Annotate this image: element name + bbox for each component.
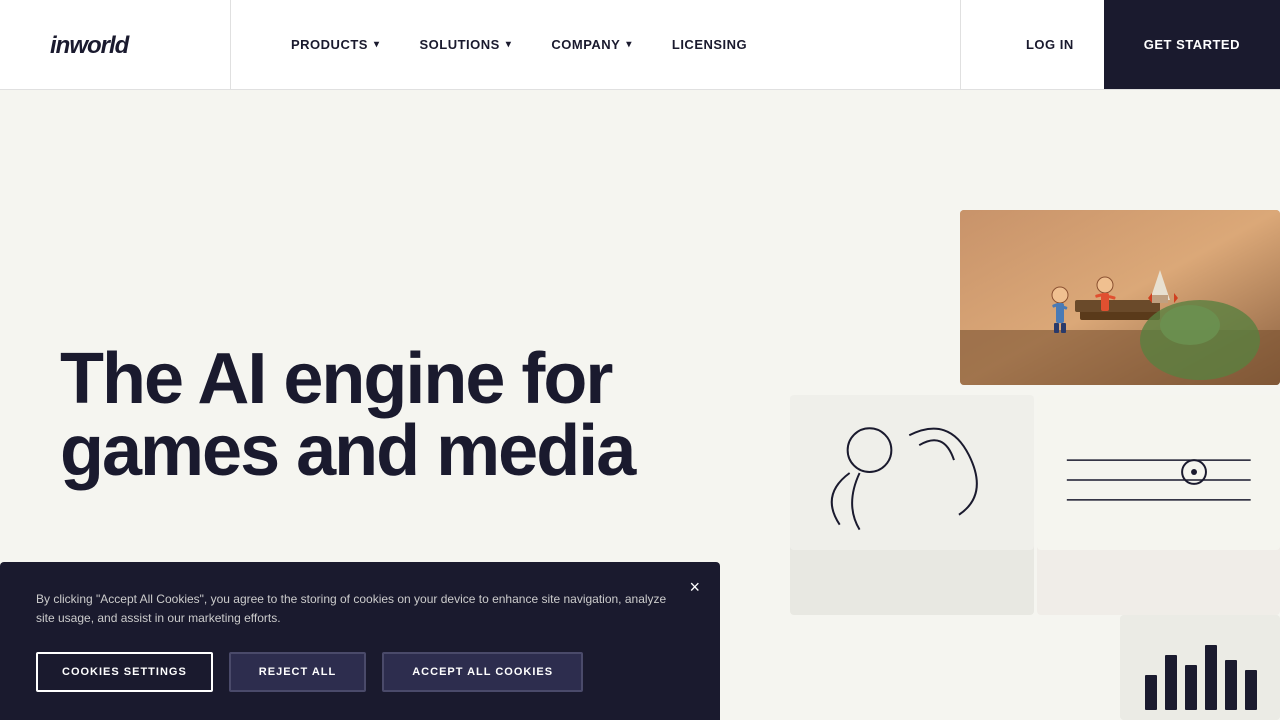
cookie-description: By clicking "Accept All Cookies", you ag… [36,590,676,628]
accept-all-cookies-button[interactable]: ACCEPT ALL COOKIES [382,652,583,692]
products-label: PRODUCTS [291,37,368,52]
logo-section: inworld [0,0,230,89]
company-chevron-icon: ▾ [626,39,632,50]
solutions-label: SOLUTIONS [419,37,499,52]
panels-right [790,180,1280,720]
hero-heading-line1: The AI engine for [60,339,611,419]
solutions-chevron-icon: ▾ [506,39,512,50]
get-started-button[interactable]: GET STARTED [1104,0,1280,89]
navbar-right: LOG IN GET STARTED [960,0,1280,89]
navbar: inworld PRODUCTS ▾ SOLUTIONS ▾ COMPANY ▾… [0,0,1280,90]
cookie-close-button[interactable]: × [689,578,700,596]
illus-panel-left [790,395,1034,550]
login-button[interactable]: LOG IN [996,27,1104,62]
bar-chart-panel [1120,615,1280,720]
nav-item-licensing[interactable]: LICENSING [672,37,747,52]
logo[interactable]: inworld [50,29,128,60]
cookie-buttons: COOKIES SETTINGS REJECT ALL ACCEPT ALL C… [36,652,684,692]
nav-item-products[interactable]: PRODUCTS ▾ [291,37,379,52]
licensing-label: LICENSING [672,37,747,52]
illustration-panels [790,395,1280,550]
cookies-settings-button[interactable]: COOKIES SETTINGS [36,652,213,692]
products-chevron-icon: ▾ [374,39,380,50]
illus-panel-right [1037,395,1280,550]
company-label: COMPANY [551,37,620,52]
nav-items: PRODUCTS ▾ SOLUTIONS ▾ COMPANY ▾ LICENSI… [230,0,960,89]
nav-item-solutions[interactable]: SOLUTIONS ▾ [419,37,511,52]
hero-image-top [960,210,1280,385]
cookie-banner: × By clicking "Accept All Cookies", you … [0,562,720,720]
reject-all-button[interactable]: REJECT ALL [229,652,366,692]
nav-item-company[interactable]: COMPANY ▾ [551,37,632,52]
hero-heading-line2: games and media [60,411,634,491]
